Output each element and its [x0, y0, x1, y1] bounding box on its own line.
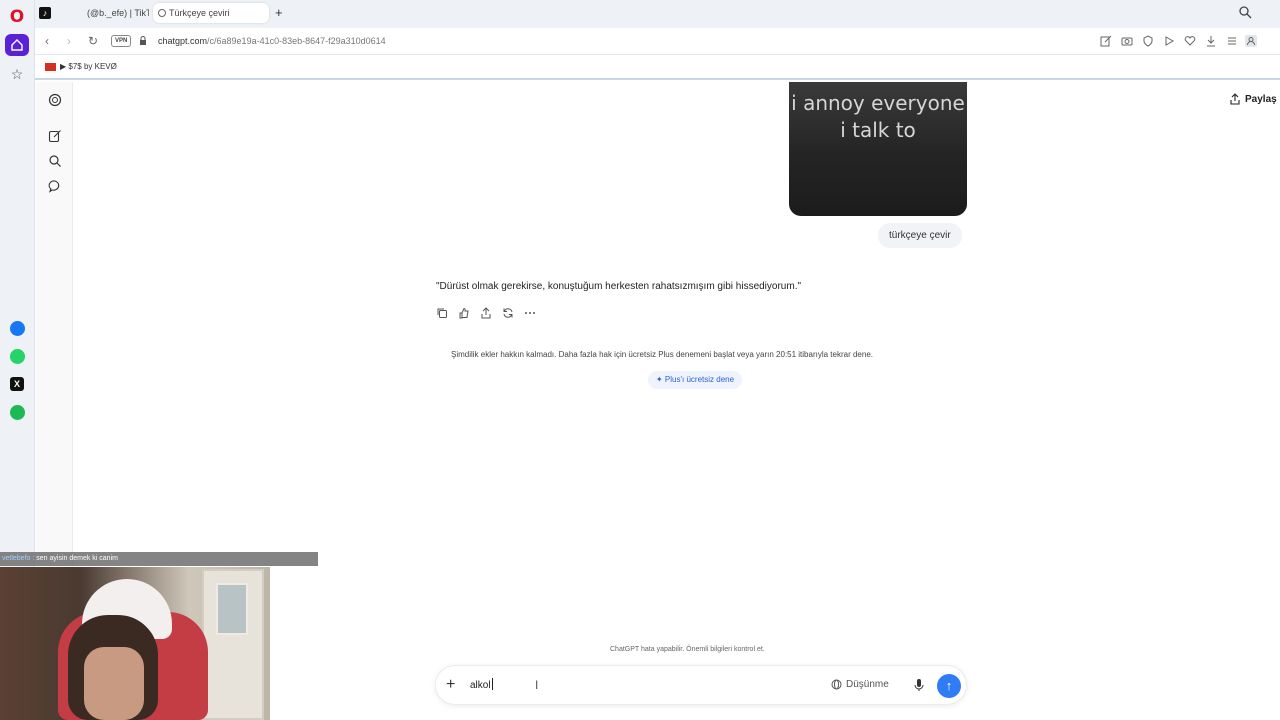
copy-icon[interactable] [436, 307, 448, 319]
tab-chatgpt[interactable]: Türkçeye çeviri [153, 3, 269, 23]
spotify-icon[interactable] [7, 402, 27, 422]
prompt-input-value: alkol [470, 680, 491, 691]
webcam-door [202, 569, 264, 720]
x-icon[interactable]: X [7, 374, 27, 394]
chatgpt-logo-icon[interactable] [48, 93, 62, 107]
url-path: /c/6a89e19a-41c0-83eb-8647-f29a310d0614 [207, 36, 386, 46]
opera-logo-icon[interactable]: O [7, 7, 27, 27]
microphone-icon[interactable] [913, 678, 925, 692]
send-button[interactable]: ↑ [937, 674, 961, 698]
share-icon [1230, 93, 1240, 105]
profile-icon[interactable] [1245, 35, 1257, 47]
chatgpt-favicon-icon [158, 9, 166, 17]
text-caret [491, 678, 493, 690]
tab-search-icon[interactable] [1238, 5, 1252, 19]
forward-icon[interactable]: › [67, 33, 71, 49]
edit-icon[interactable] [1100, 35, 1112, 47]
upload-limit-notice: Şimdilik ekler hakkın kalmadı. Daha fazl… [451, 350, 873, 359]
composer: + alkol Düşünme ↑ [435, 665, 967, 705]
globe-icon [831, 679, 842, 690]
new-tab-button[interactable]: + [275, 5, 283, 21]
message-actions [436, 307, 536, 319]
tiktok-pinned-tab-icon[interactable]: ♪ [39, 7, 51, 19]
new-chat-icon[interactable] [48, 129, 62, 143]
tab-label: Türkçeye çeviri [169, 8, 230, 18]
uploaded-image[interactable]: i annoy everyone i talk to [789, 82, 967, 216]
menu-icon[interactable] [1226, 35, 1238, 47]
disclaimer-text: ChatGPT hata yapabilir. Önemli bilgileri… [610, 646, 765, 653]
share-label: Paylaş [1245, 93, 1277, 105]
image-caption-text: i annoy everyone i talk to [791, 91, 965, 142]
stream-chat-overlay: vetlebefo : sen ayisin demek ki canim [0, 552, 318, 566]
shield-icon[interactable] [1142, 35, 1154, 47]
tab-label: (@b._efe) | TikTok [87, 8, 149, 18]
assistant-message: "Dürüst olmak gerekirse, konuştuğum herk… [436, 281, 802, 292]
back-icon[interactable]: ‹ [45, 33, 49, 49]
regenerate-icon[interactable] [502, 307, 514, 319]
screen: O ☆ X ♪ (@b._efe) | TikTok Türkçeye çevi… [0, 0, 1280, 720]
url-host: chatgpt.com [158, 36, 208, 46]
url-field[interactable]: chatgpt.com/c/6a89e19a-41c0-83eb-8647-f2… [158, 36, 386, 46]
more-icon[interactable] [524, 307, 536, 319]
search-chats-icon[interactable] [48, 154, 62, 168]
vpn-badge[interactable]: VPN [111, 35, 132, 47]
messenger-icon[interactable] [7, 318, 27, 338]
chat-username: vetlebefo : [2, 555, 35, 562]
whatsapp-icon[interactable] [7, 346, 27, 366]
play-icon[interactable] [1163, 35, 1175, 47]
bookmark-item[interactable]: ▶ $7$ by KEVØ [60, 62, 117, 71]
lock-icon[interactable] [139, 36, 147, 45]
bookmarks-bar: ▶ $7$ by KEVØ [35, 55, 1280, 80]
heart-icon[interactable] [1184, 35, 1196, 47]
try-plus-button[interactable]: ✦ Plus'ı ücretsiz dene [648, 371, 743, 389]
download-icon[interactable] [1205, 35, 1217, 47]
thumbs-icon[interactable] [458, 307, 470, 319]
address-bar: ‹ › ↻ VPN chatgpt.com/c/6a89e19a-41c0-83… [35, 28, 1280, 55]
chats-icon[interactable] [48, 179, 62, 193]
camera-icon[interactable] [1121, 35, 1133, 47]
chat-message: sen ayisin demek ki canim [36, 555, 118, 562]
reload-icon[interactable]: ↻ [88, 33, 98, 49]
think-toggle[interactable]: Düşünme [831, 679, 889, 690]
star-icon[interactable]: ☆ [7, 64, 27, 84]
think-label: Düşünme [846, 679, 889, 690]
share-message-icon[interactable] [480, 307, 492, 319]
home-icon[interactable] [5, 34, 29, 56]
webcam-person-face [84, 647, 144, 720]
text-cursor-icon: I [535, 678, 539, 692]
add-attachment-button[interactable]: + [446, 675, 455, 695]
webcam-overlay [0, 567, 270, 720]
tab-tiktok[interactable]: (@b._efe) | TikTok [69, 3, 149, 23]
user-message: türkçeye çevir [878, 223, 962, 248]
prompt-input[interactable]: alkol [470, 678, 493, 691]
bookmark-favicon-icon [45, 63, 56, 71]
tab-strip: ♪ (@b._efe) | TikTok Türkçeye çeviri + [35, 0, 1280, 28]
share-button[interactable]: Paylaş [1229, 93, 1277, 105]
